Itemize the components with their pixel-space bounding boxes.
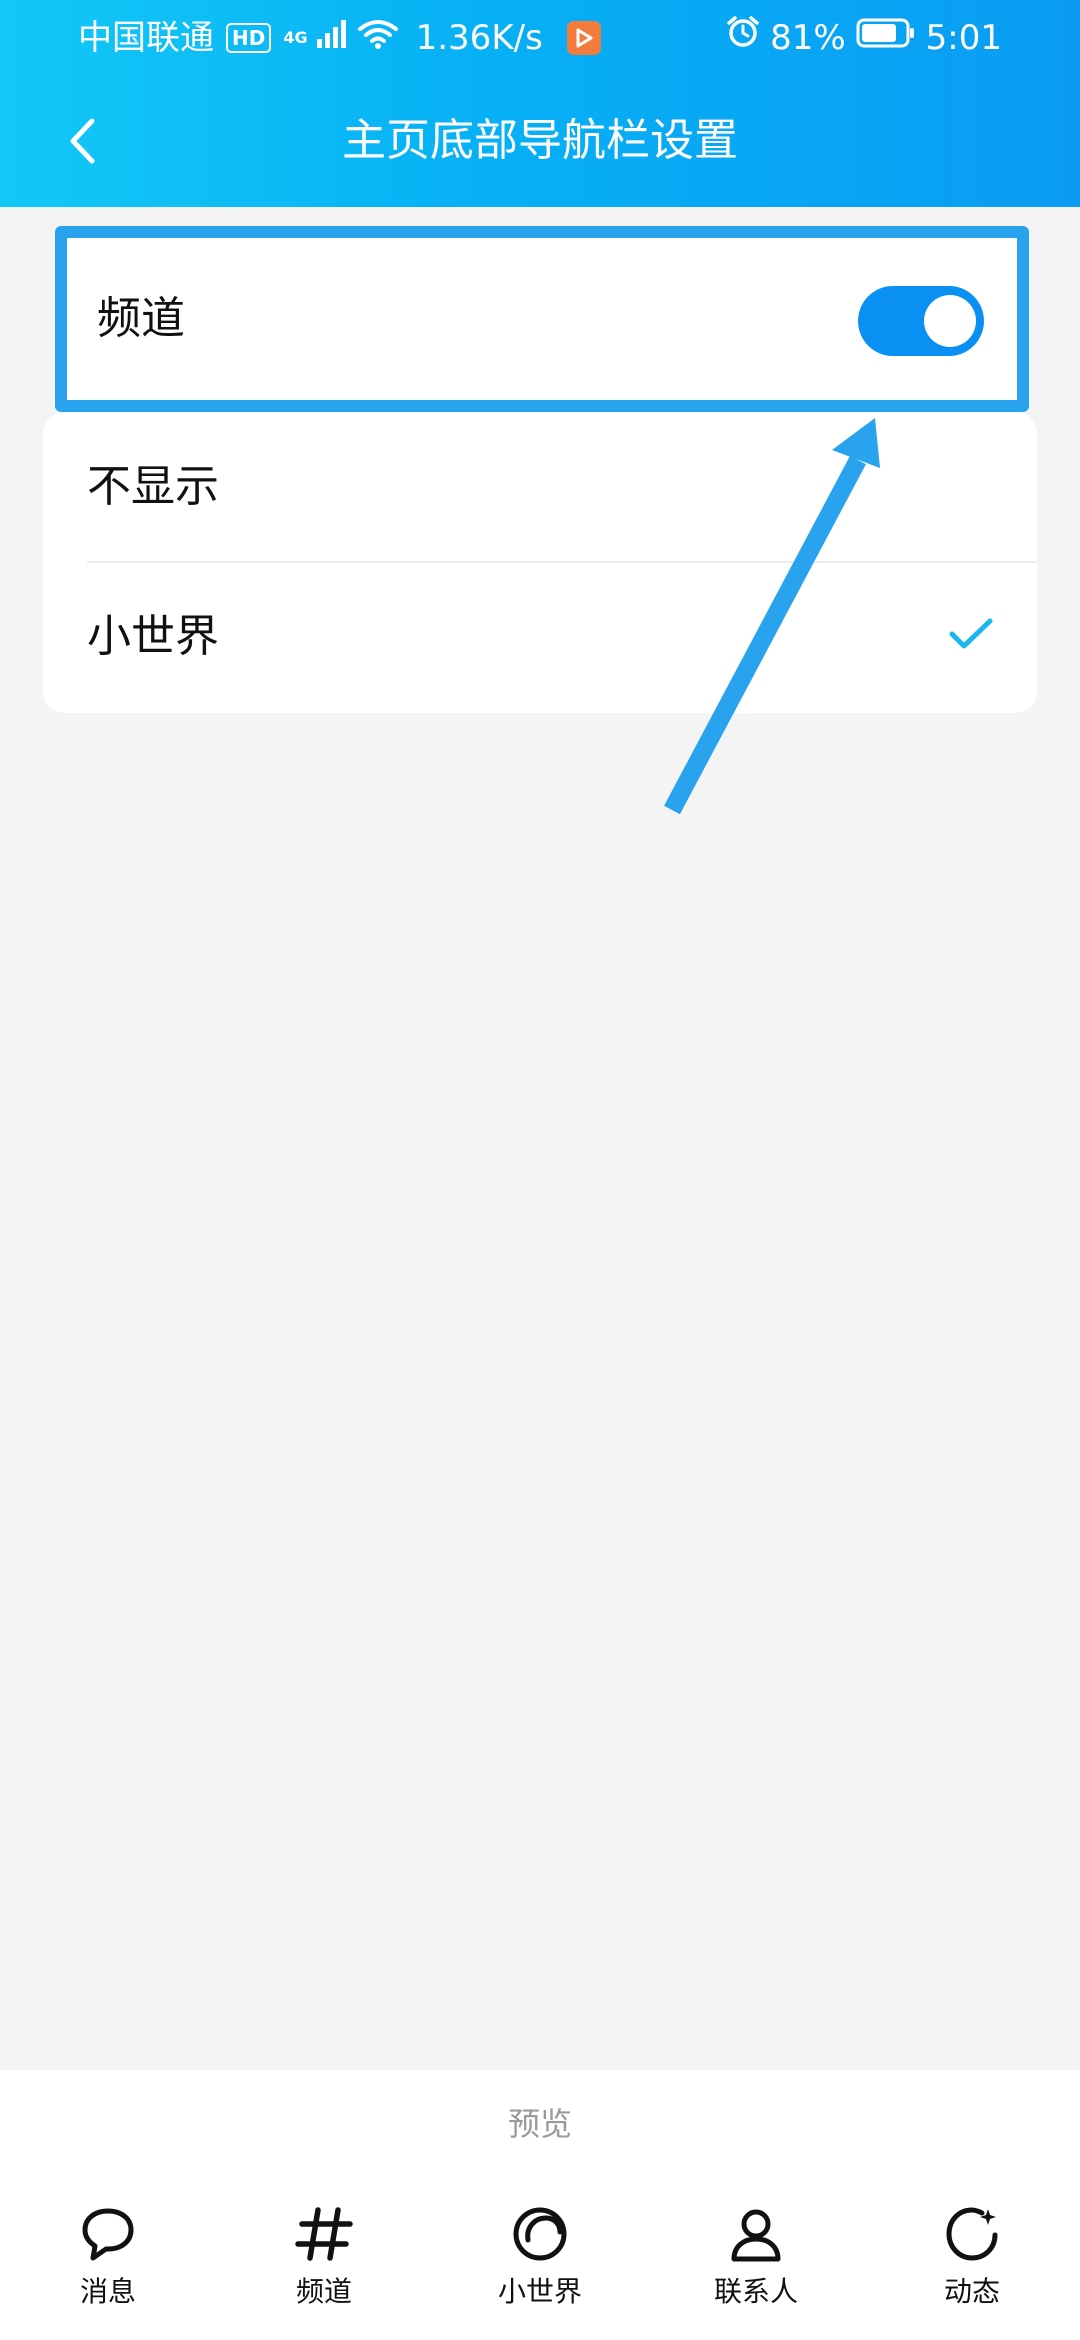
hd-badge: HD <box>226 23 272 53</box>
signal-icon <box>316 14 350 62</box>
nav-item-channel[interactable]: 频道 <box>216 2190 432 2340</box>
nav-item-small-world[interactable]: 小世界 <box>432 2190 648 2340</box>
preview-nav-bar: 消息 频道 小世界 联系人 动态 <box>0 2190 1080 2340</box>
nav-label: 小世界 <box>497 2275 582 2308</box>
person-icon <box>731 2209 781 2262</box>
nav-item-feed[interactable]: 动态 <box>864 2190 1080 2340</box>
wifi-icon <box>357 14 398 62</box>
refresh-star-icon <box>946 2207 998 2261</box>
status-right: 81% 5:01 <box>726 14 1002 62</box>
battery-icon <box>856 14 916 62</box>
nav-item-messages[interactable]: 消息 <box>0 2190 216 2340</box>
preview-area: 预览 消息 频道 小世界 联系人 动态 <box>0 2070 1080 2340</box>
message-bubble-icon <box>82 2208 134 2261</box>
alarm-icon <box>726 14 760 62</box>
nav-label: 联系人 <box>713 2275 798 2308</box>
page-title: 主页底部导航栏设置 <box>342 115 738 166</box>
carrier-name: 中国联通 <box>78 18 214 58</box>
nav-label: 频道 <box>295 2275 352 2308</box>
toggle-knob <box>924 295 976 347</box>
nav-option-list: 不显示 小世界 <box>43 412 1037 713</box>
nav-item-contacts[interactable]: 联系人 <box>648 2190 864 2340</box>
status-left: 中国联通 HD 4G 1.36K/s <box>78 14 601 62</box>
network-speed: 1.36K/s <box>415 18 543 58</box>
option-label: 小世界 <box>87 611 219 662</box>
clock-time: 5:01 <box>925 18 1002 58</box>
battery-percent: 81% <box>770 18 846 58</box>
option-row-small-world[interactable]: 小世界 <box>43 562 1037 712</box>
status-bar: 中国联通 HD 4G 1.36K/s 81% 5:01 <box>0 0 1080 75</box>
network-type-badge: 4G <box>283 28 308 47</box>
channel-toggle-switch[interactable] <box>858 286 984 356</box>
nav-label: 消息 <box>79 2275 136 2308</box>
small-world-icon <box>513 2207 567 2261</box>
option-row-hide[interactable]: 不显示 <box>43 412 1037 563</box>
option-label: 不显示 <box>87 461 219 512</box>
channel-toggle-label: 频道 <box>97 293 185 344</box>
app-notification-icon <box>566 21 601 55</box>
hash-icon <box>295 2207 353 2261</box>
channel-toggle-row: 频道 <box>55 226 1029 412</box>
nav-label: 动态 <box>943 2275 1000 2308</box>
title-bar: 主页底部导航栏设置 <box>0 75 1080 207</box>
preview-label: 预览 <box>507 2105 572 2143</box>
checkmark-icon <box>949 617 993 655</box>
app-header: 中国联通 HD 4G 1.36K/s 81% 5:01 主页底部导航栏设置 <box>0 0 1080 207</box>
